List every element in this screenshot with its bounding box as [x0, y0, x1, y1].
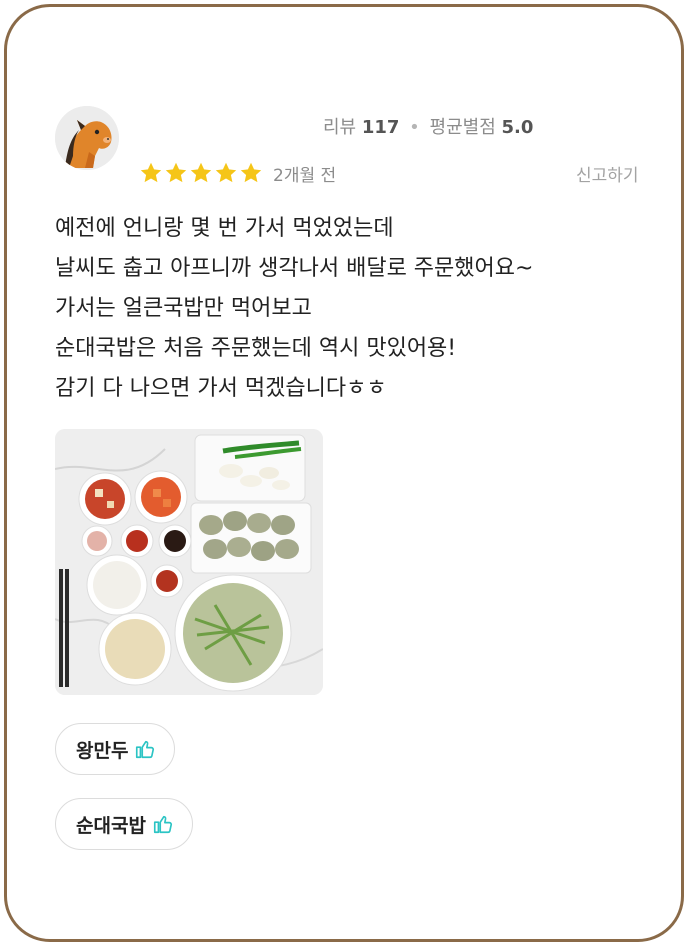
horse-avatar-icon: [55, 106, 119, 170]
tag-label: 순대국밥: [76, 814, 146, 837]
review-text-line: 감기 다 나으면 가서 먹겠습니다ㅎㅎ: [55, 376, 387, 401]
report-button[interactable]: 신고하기: [576, 161, 639, 186]
star-rating: [139, 161, 263, 185]
review-text: 예전에 언니랑 몇 번 가서 먹었었는데 날씨도 춥고 아프니까 생각나서 배달…: [55, 209, 675, 409]
food-photo: [55, 429, 323, 695]
tag-chip-wangmandu[interactable]: 왕만두: [55, 723, 176, 775]
star-icon: [140, 162, 162, 183]
average-rating-label: 평균별점: [429, 117, 496, 138]
review-date: 2개월 전: [273, 166, 337, 186]
review-card: 리뷰 117 • 평균별점 5.0 2개월 전 신고하기 예전에 언니랑 몇 번…: [4, 4, 684, 942]
review-text-line: 가서는 얼큰국밥만 먹어보고: [55, 296, 312, 321]
review-text-line: 날씨도 춥고 아프니까 생각나서 배달로 주문했어요~: [55, 256, 534, 281]
tag-label: 왕만두: [76, 739, 129, 762]
review-text-line: 순대국밥은 처음 주문했는데 역시 맛있어용!: [55, 336, 457, 361]
average-rating-value: 5.0: [501, 117, 534, 138]
thumbs-up-icon: [136, 740, 155, 759]
separator-dot: •: [409, 117, 420, 138]
review-count: 117: [361, 117, 400, 138]
tag-chip-sundaegukbap[interactable]: 순대국밥: [55, 798, 193, 850]
star-icon: [165, 162, 187, 183]
thumbs-up-icon: [153, 815, 172, 834]
review-text-line: 예전에 언니랑 몇 번 가서 먹었었는데: [55, 216, 394, 241]
avatar[interactable]: [55, 106, 119, 170]
reviewer-stats: 리뷰 117 • 평균별점 5.0: [323, 113, 533, 139]
star-icon: [240, 162, 262, 183]
star-icon: [190, 162, 212, 183]
review-label: 리뷰: [323, 117, 357, 138]
review-photo[interactable]: [55, 429, 323, 695]
star-icon: [215, 162, 237, 183]
